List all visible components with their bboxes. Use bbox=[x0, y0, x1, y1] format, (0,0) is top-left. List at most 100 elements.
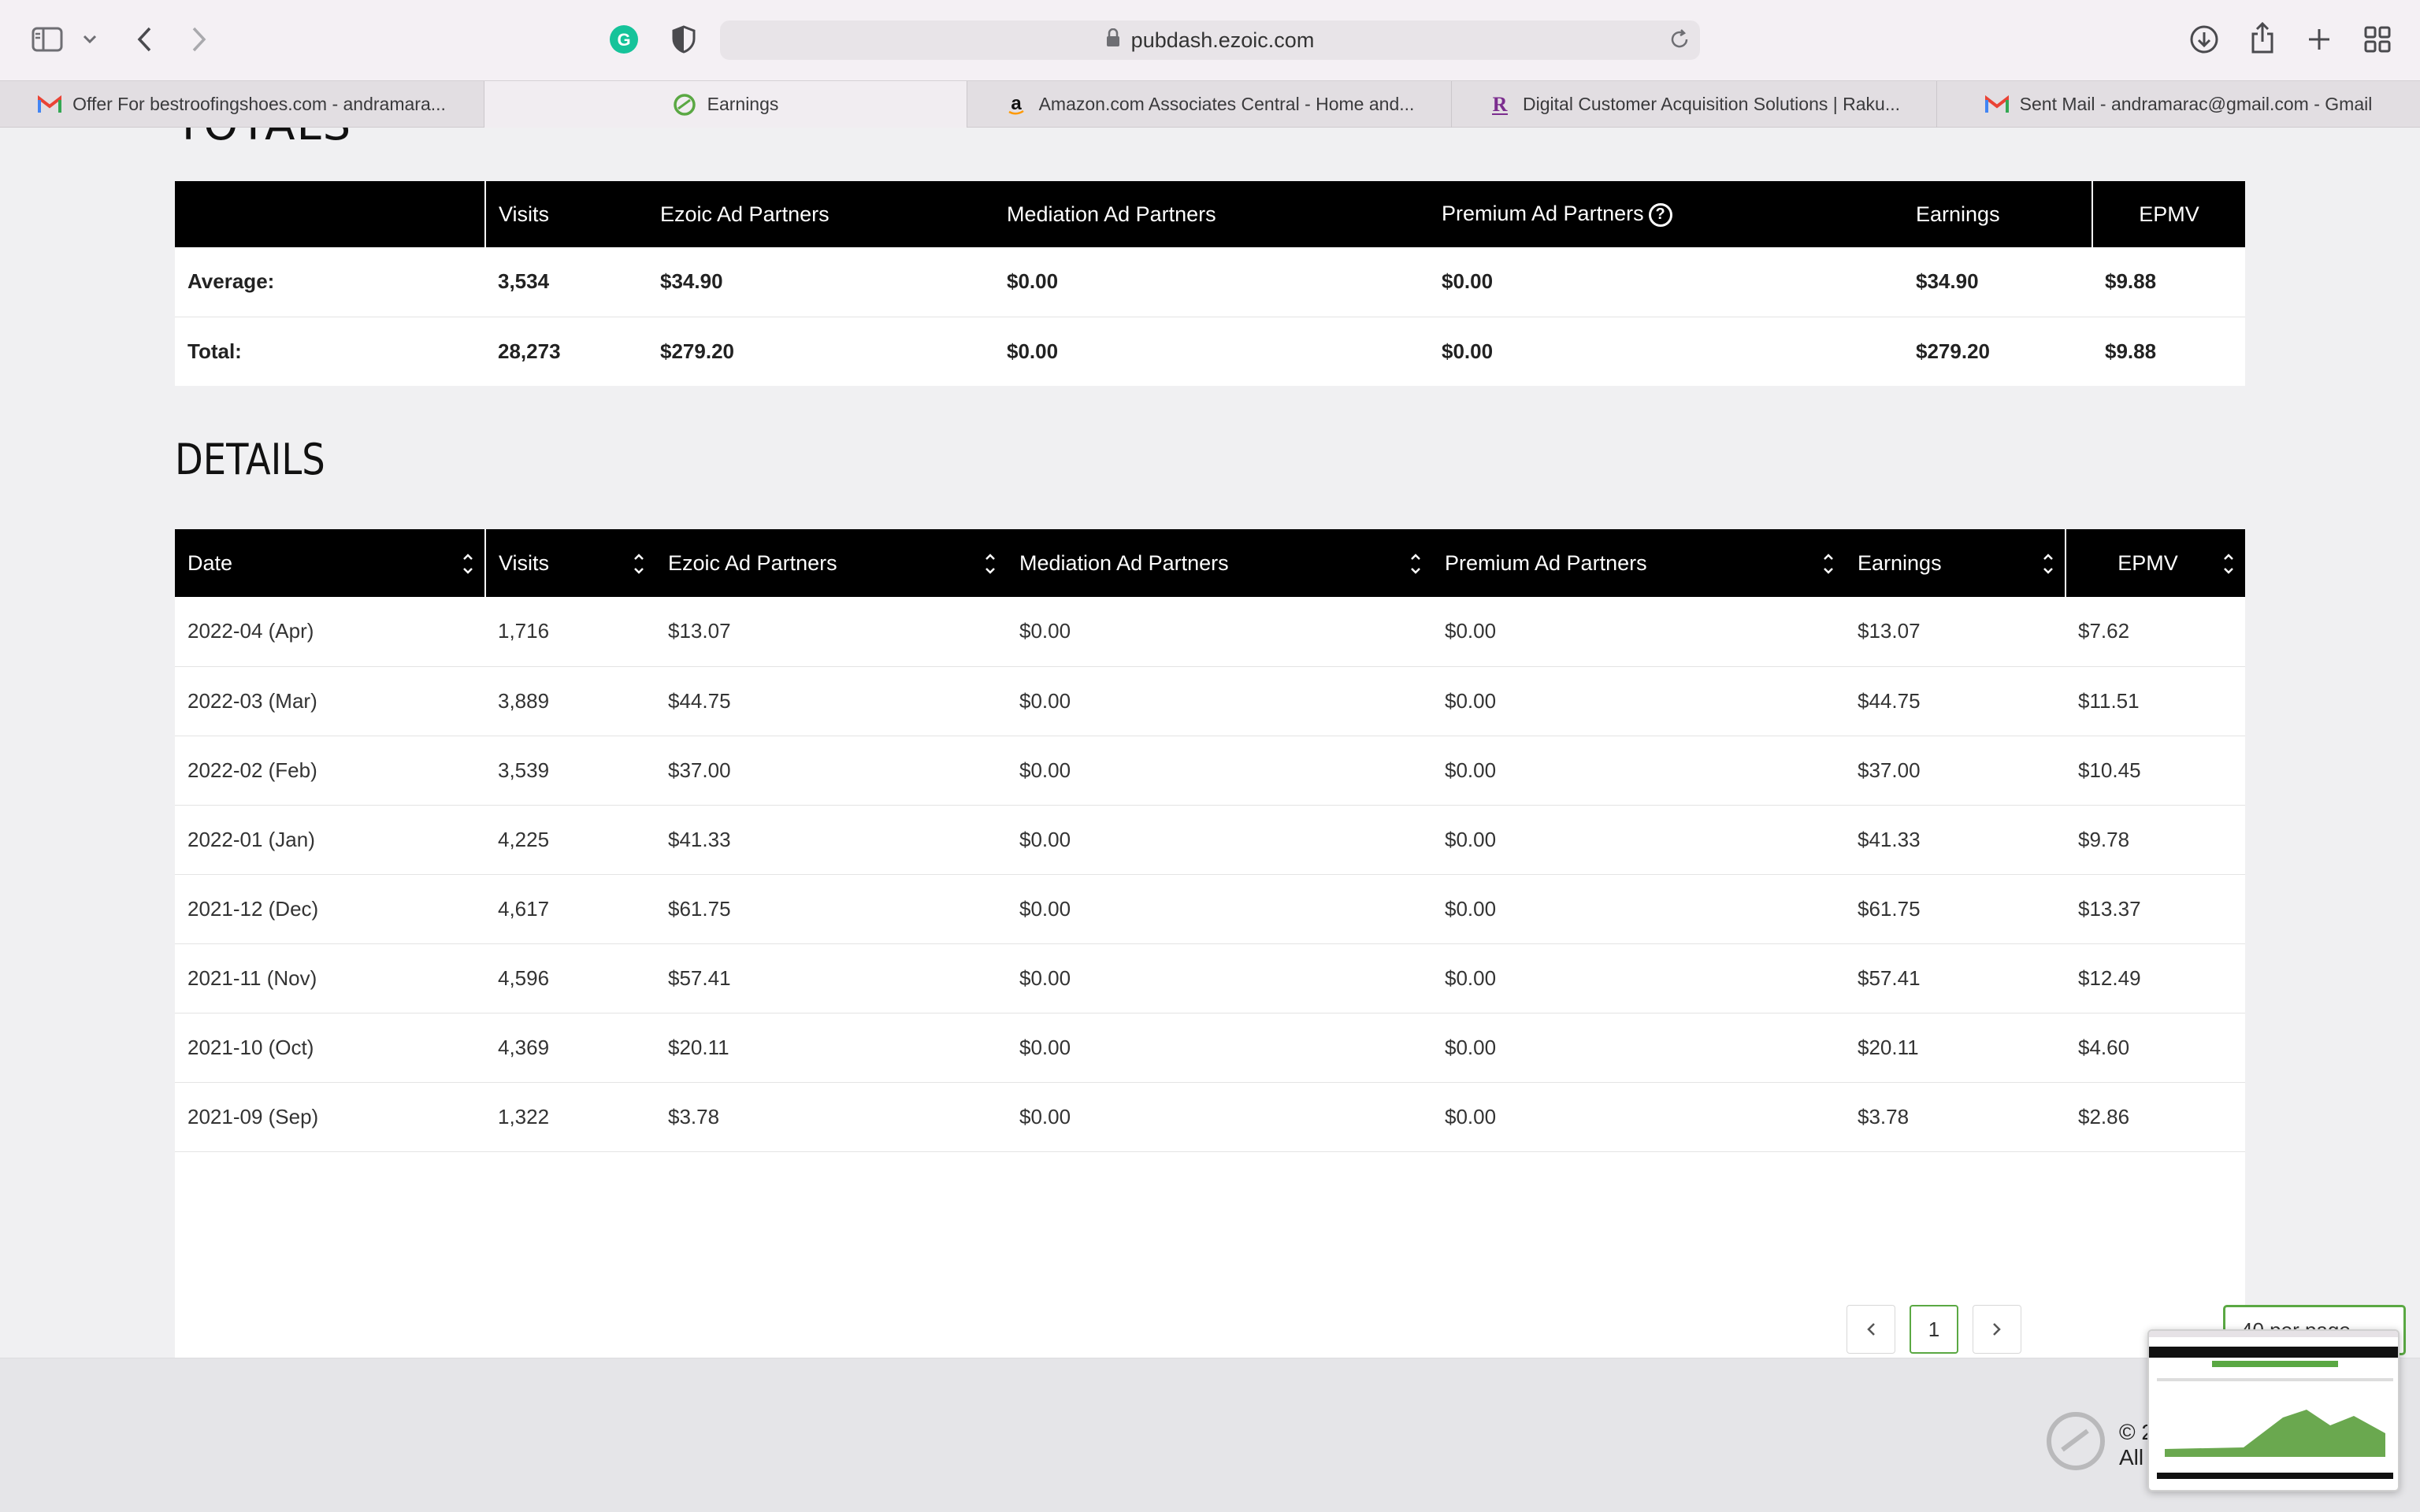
table-cell: $0.00 bbox=[1432, 1013, 1845, 1083]
totals-header-ezoic: Ezoic Ad Partners bbox=[648, 181, 994, 247]
table-cell: $0.00 bbox=[1007, 666, 1432, 736]
table-row: 2021-09 (Sep) 1,322 $3.78 $0.00 $0.00 $3.78 $2… bbox=[175, 1082, 2245, 1152]
page-number-button[interactable]: 1 bbox=[1910, 1305, 1958, 1354]
table-cell: 3,889 bbox=[485, 666, 655, 736]
tab-title: Sent Mail - andramarac@gmail.com - Gmail bbox=[2019, 94, 2373, 114]
tab-amazon-associates[interactable]: a Amazon.com Associates Central - Home a… bbox=[967, 81, 1452, 128]
table-cell: $0.00 bbox=[1432, 805, 1845, 875]
tab-overview-icon[interactable] bbox=[2360, 22, 2395, 57]
table-cell: $0.00 bbox=[1432, 666, 1845, 736]
help-icon[interactable]: ? bbox=[1648, 202, 1672, 227]
sort-header-epmv[interactable]: EPMV bbox=[2065, 529, 2245, 597]
table-cell: $13.07 bbox=[655, 597, 1007, 667]
chevron-down-icon[interactable] bbox=[79, 28, 101, 50]
tab-rakuten[interactable]: R Digital Customer Acquisition Solutions… bbox=[1452, 81, 1937, 128]
svg-text:a: a bbox=[1011, 94, 1022, 114]
tab-gmail-sent[interactable]: Sent Mail - andramarac@gmail.com - Gmail bbox=[1937, 81, 2420, 128]
totals-header-mediation: Mediation Ad Partners bbox=[994, 181, 1429, 247]
forward-icon[interactable] bbox=[183, 22, 214, 57]
share-icon[interactable] bbox=[2245, 19, 2280, 57]
table-row: 2022-03 (Mar) 3,889 $44.75 $0.00 $0.00 $44.75… bbox=[175, 666, 2245, 736]
table-cell: $279.20 bbox=[660, 339, 734, 363]
next-page-button[interactable] bbox=[1973, 1305, 2021, 1354]
sort-header-earnings[interactable]: Earnings bbox=[1845, 529, 2066, 597]
table-cell: 2021-09 (Sep) bbox=[175, 1082, 485, 1152]
table-row: 2022-01 (Jan) 4,225 $41.33 $0.00 $0.00 $41.33… bbox=[175, 805, 2245, 875]
tab-title: Earnings bbox=[707, 94, 779, 114]
table-cell: $0.00 bbox=[1007, 943, 1432, 1014]
totals-row-average: Average: 3,534 $34.90 $0.00 $0.00 $34.90… bbox=[175, 247, 2245, 317]
sort-header-mediation[interactable]: Mediation Ad Partners bbox=[1007, 529, 1432, 597]
sort-icon bbox=[2224, 554, 2233, 574]
table-cell: $61.75 bbox=[1845, 874, 2066, 944]
table-cell: $0.00 bbox=[1007, 736, 1432, 806]
table-cell: Total: bbox=[187, 339, 242, 363]
details-header-row: Date Visits Ezoic Ad Partners Mediation … bbox=[175, 529, 2245, 597]
sort-header-ezoic[interactable]: Ezoic Ad Partners bbox=[655, 529, 1007, 597]
table-cell: 4,617 bbox=[485, 874, 655, 944]
table-cell: $279.20 bbox=[1916, 339, 1990, 363]
table-cell: 2022-03 (Mar) bbox=[175, 666, 485, 736]
table-cell: 4,369 bbox=[485, 1013, 655, 1083]
sort-header-visits[interactable]: Visits bbox=[484, 529, 655, 597]
table-cell: $37.00 bbox=[655, 736, 1007, 806]
sort-header-premium[interactable]: Premium Ad Partners bbox=[1432, 529, 1845, 597]
table-cell: $57.41 bbox=[655, 943, 1007, 1014]
table-cell: 2021-10 (Oct) bbox=[175, 1013, 485, 1083]
sidebar-toggle-icon[interactable] bbox=[30, 24, 65, 55]
totals-table: Visits Ezoic Ad Partners Mediation Ad Pa… bbox=[175, 181, 2245, 386]
table-cell: $2.86 bbox=[2066, 1082, 2245, 1152]
totals-header-label bbox=[175, 181, 485, 247]
totals-header-row: Visits Ezoic Ad Partners Mediation Ad Pa… bbox=[175, 181, 2245, 247]
table-cell: $4.60 bbox=[2066, 1013, 2245, 1083]
gmail-icon bbox=[1984, 93, 2009, 117]
shield-icon[interactable] bbox=[668, 24, 700, 55]
table-row: 2021-11 (Nov) 4,596 $57.41 $0.00 $0.00 $57.41… bbox=[175, 943, 2245, 1014]
table-cell: $13.37 bbox=[2066, 874, 2245, 944]
table-cell: $0.00 bbox=[1432, 943, 1845, 1014]
grammarly-icon[interactable]: G bbox=[608, 24, 640, 55]
url-text: pubdash.ezoic.com bbox=[1130, 28, 1315, 52]
table-cell: $34.90 bbox=[1903, 247, 2092, 317]
table-cell: $41.33 bbox=[655, 805, 1007, 875]
prev-page-button[interactable] bbox=[1847, 1305, 1895, 1354]
table-cell: $44.75 bbox=[1845, 666, 2066, 736]
table-cell: $0.00 bbox=[1432, 874, 1845, 944]
table-cell: $44.75 bbox=[655, 666, 1007, 736]
tab-title: Offer For bestroofingshoes.com - andrama… bbox=[72, 94, 446, 114]
tab-gmail-offer[interactable]: Offer For bestroofingshoes.com - andrama… bbox=[0, 81, 484, 128]
table-cell: 2022-01 (Jan) bbox=[175, 805, 485, 875]
download-icon[interactable] bbox=[2187, 22, 2221, 57]
tab-earnings[interactable]: Earnings bbox=[484, 81, 967, 128]
sort-icon bbox=[463, 554, 473, 574]
new-tab-icon[interactable] bbox=[2302, 22, 2336, 57]
lock-icon bbox=[1106, 28, 1120, 53]
table-cell: $9.88 bbox=[2105, 339, 2157, 363]
tab-title: Amazon.com Associates Central - Home and… bbox=[1038, 94, 1415, 114]
details-heading: DETAILS bbox=[175, 435, 325, 484]
svg-text:G: G bbox=[617, 30, 630, 50]
sort-icon bbox=[1824, 554, 1833, 574]
address-bar[interactable]: pubdash.ezoic.com bbox=[720, 20, 1700, 60]
table-cell: $0.00 bbox=[1432, 1082, 1845, 1152]
table-cell: 4,596 bbox=[485, 943, 655, 1014]
sort-header-date[interactable]: Date bbox=[175, 529, 485, 597]
reload-icon[interactable] bbox=[1665, 25, 1694, 54]
table-cell: $10.45 bbox=[2066, 736, 2245, 806]
totals-header-earnings: Earnings bbox=[1903, 181, 2092, 247]
table-cell: 2022-04 (Apr) bbox=[175, 597, 485, 667]
table-cell: $0.00 bbox=[1432, 736, 1845, 806]
table-cell: 4,225 bbox=[485, 805, 655, 875]
table-row: 2021-12 (Dec) 4,617 $61.75 $0.00 $0.00 $61.75… bbox=[175, 874, 2245, 944]
table-cell: $0.00 bbox=[1007, 874, 1432, 944]
table-cell: $11.51 bbox=[2066, 666, 2245, 736]
back-icon[interactable] bbox=[129, 22, 161, 57]
page-preview-thumbnail[interactable] bbox=[2147, 1329, 2400, 1492]
table-cell: $37.00 bbox=[1845, 736, 2066, 806]
table-row: 2022-04 (Apr) 1,716 $13.07 $0.00 $0.00 $13.07… bbox=[175, 597, 2245, 667]
table-cell: $61.75 bbox=[655, 874, 1007, 944]
table-row: 2022-02 (Feb) 3,539 $37.00 $0.00 $0.00 $37.00… bbox=[175, 736, 2245, 806]
ezoic-icon bbox=[673, 93, 696, 117]
details-card: Date Visits Ezoic Ad Partners Mediation … bbox=[175, 529, 2406, 1358]
tab-bar: Offer For bestroofingshoes.com - andrama… bbox=[0, 80, 2420, 128]
